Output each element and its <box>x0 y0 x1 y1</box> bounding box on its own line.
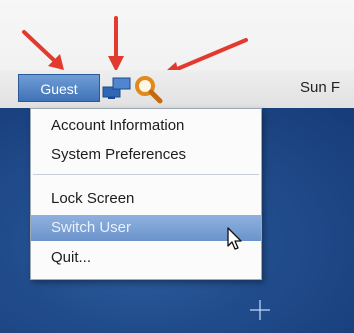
mouse-pointer-icon <box>227 227 242 250</box>
red-arrow-icon <box>108 16 124 72</box>
sparkle-decoration <box>250 300 270 320</box>
user-menu-button[interactable]: Guest <box>18 74 100 102</box>
menu-item-system-preferences[interactable]: System Preferences <box>31 142 261 168</box>
network-icon[interactable] <box>102 76 132 100</box>
menu-separator <box>33 174 259 175</box>
menu-item-account-information[interactable]: Account Information <box>31 113 261 139</box>
app-title-text: Sun F <box>300 79 341 96</box>
red-arrow-icon <box>22 30 64 70</box>
user-dropdown-menu: Account Information System Preferences L… <box>30 108 262 280</box>
menu-item-lock-screen[interactable]: Lock Screen <box>31 186 261 212</box>
magnifier-icon[interactable] <box>133 74 163 104</box>
